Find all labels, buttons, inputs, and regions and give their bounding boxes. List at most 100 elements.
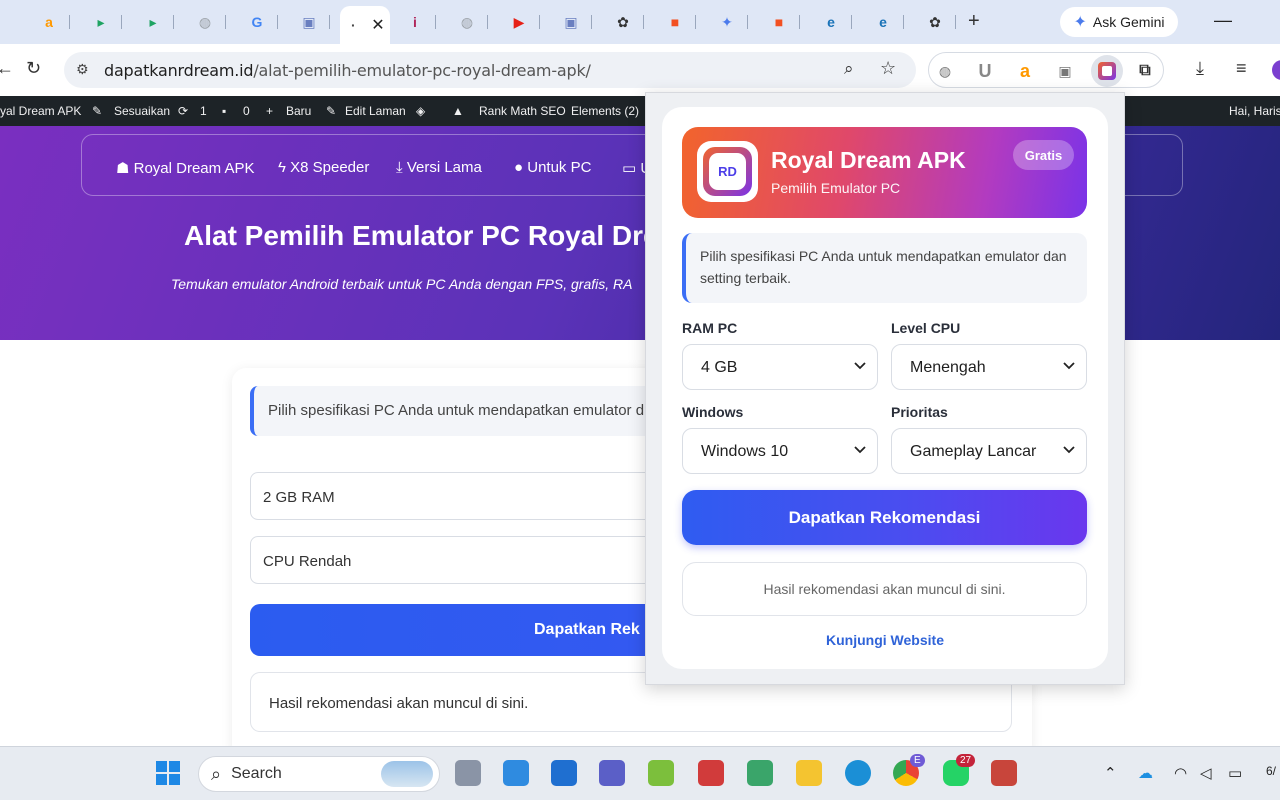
taskbar-search[interactable]: ⌕ Search <box>198 756 440 792</box>
close-icon[interactable]: ✕ <box>371 15 384 35</box>
edge-icon: e <box>827 14 835 30</box>
edge-icon[interactable] <box>845 760 871 786</box>
browser-tab[interactable]: a <box>28 8 70 36</box>
wp-comments-count[interactable]: 0 <box>243 104 250 118</box>
ask-gemini-button[interactable]: ✦ Ask Gemini <box>1060 7 1178 37</box>
rankmath-icon: ▲ <box>452 104 464 118</box>
popup-header: RD Royal Dream APK Pemilih Emulator PC G… <box>682 127 1087 218</box>
nav-untuk-pc[interactable]: ● Untuk PC <box>514 159 591 176</box>
windows-label: Windows <box>682 404 744 420</box>
amazon-extension-icon[interactable]: a <box>1015 61 1035 81</box>
royal-dream-extension-icon[interactable] <box>1091 55 1123 87</box>
browser-tab[interactable]: ▸ <box>80 8 122 36</box>
brush-icon: ✎ <box>92 104 103 118</box>
laptop-icon: ▭ <box>622 160 637 177</box>
browser-tab[interactable]: · ✕ <box>340 6 390 44</box>
wp-site-link[interactable]: yal Dream APK <box>0 104 81 118</box>
chrome-profile-badge: E <box>910 754 925 767</box>
clock[interactable]: 6/ <box>1266 764 1276 778</box>
browser-tab[interactable]: e <box>810 8 852 36</box>
store-icon[interactable] <box>503 760 529 786</box>
minimize-button[interactable]: — <box>1214 10 1232 31</box>
priority-label: Prioritas <box>891 404 948 420</box>
mail-icon[interactable] <box>551 760 577 786</box>
microsoft-icon: ■ <box>774 14 784 30</box>
ublock-extension-icon[interactable]: U <box>975 61 995 81</box>
game-icon: ▣ <box>302 14 316 30</box>
snipping-tool-icon[interactable] <box>991 760 1017 786</box>
onedrive-icon[interactable]: ☁ <box>1138 764 1153 782</box>
download-icon[interactable]: ⤓ <box>1196 58 1204 79</box>
chatgpt-icon: ✿ <box>617 14 629 30</box>
site-info-icon[interactable]: ⚙ <box>76 61 89 78</box>
browser-tab[interactable]: ✿ <box>914 8 956 36</box>
browser-tab[interactable]: ◍ <box>446 8 488 36</box>
meet-icon: ▸ <box>149 14 157 30</box>
wifi-icon[interactable]: ◠ <box>1174 764 1187 782</box>
cpu-select[interactable]: Menengah <box>891 344 1087 390</box>
browser-tab[interactable]: i <box>394 8 436 36</box>
wp-greeting[interactable]: Hai, Haris <box>1229 104 1280 118</box>
wp-new-link[interactable]: Baru <box>286 104 311 118</box>
volume-icon[interactable]: ◁ <box>1200 764 1212 782</box>
apple-icon: ● <box>514 159 524 176</box>
extensions-puzzle-icon[interactable]: ⧉ <box>1135 61 1155 81</box>
game-icon: ▣ <box>564 14 578 30</box>
ram-select[interactable]: 4 GB <box>682 344 878 390</box>
wp-customize-link[interactable]: Sesuaikan <box>114 104 170 118</box>
diamond-app-icon[interactable] <box>747 760 773 786</box>
download-icon: ⤓ <box>396 159 403 176</box>
calendar-app-icon[interactable] <box>698 760 724 786</box>
pencil-icon: ✎ <box>326 104 337 118</box>
back-arrow-icon[interactable]: ← <box>0 58 14 79</box>
browser-tab[interactable]: ■ <box>758 8 800 36</box>
nav-royal-dream[interactable]: ☗ Royal Dream APK <box>116 159 255 177</box>
bookmark-star-icon[interactable]: ☆ <box>880 58 896 79</box>
plus-icon: + <box>266 104 274 118</box>
browser-tab[interactable]: ▸ <box>132 8 174 36</box>
reading-list-icon[interactable]: ≡ <box>1236 58 1247 79</box>
tab-strip: a ▸ ▸ ◍ G ▣ · ✕ i ◍ ▶ ▣ ✿ ■ ✦ ■ e e ✿ + ✦ Ask Gemini — <box>0 0 1280 44</box>
address-bar[interactable]: ⚙ dapatkanrdream.id/alat-pemilih-emulato… <box>64 52 916 88</box>
url-text[interactable]: dapatkanrdream.id/alat-pemilih-emulator-… <box>104 61 591 80</box>
profile-avatar[interactable] <box>1272 60 1280 80</box>
wp-edit-link[interactable]: Edit Laman <box>345 104 406 118</box>
browser-tab[interactable]: e <box>862 8 904 36</box>
priority-select[interactable]: Gameplay Lancar <box>891 428 1087 474</box>
nav-versi-lama[interactable]: ⤓ Versi Lama <box>396 159 482 176</box>
windows-start-icon[interactable] <box>155 760 181 786</box>
windows-select[interactable]: Windows 10 <box>682 428 878 474</box>
youtube-icon: ▶ <box>513 14 525 30</box>
app-icon[interactable] <box>648 760 674 786</box>
browser-tab[interactable]: ▣ <box>288 8 330 36</box>
battery-icon[interactable]: ▭ <box>1228 764 1242 782</box>
camera-extension-icon[interactable]: ▣ <box>1055 61 1075 81</box>
reload-icon[interactable]: ↻ <box>26 58 41 79</box>
nav-x8-speeder[interactable]: ϟ X8 Speeder <box>278 159 369 176</box>
browser-tab[interactable]: G <box>236 8 278 36</box>
popup-title: Royal Dream APK <box>771 147 966 173</box>
task-view-icon[interactable] <box>455 760 481 786</box>
browser-tab[interactable]: ■ <box>654 8 696 36</box>
browser-tab[interactable]: ✿ <box>602 8 644 36</box>
translate-extension-icon[interactable]: ◍ <box>935 61 955 81</box>
wp-elements-link[interactable]: Elements (2) <box>571 104 639 118</box>
search-highlight-image <box>381 761 433 787</box>
microsoft-icon: ■ <box>670 14 680 30</box>
new-tab-button[interactable]: + <box>968 10 980 33</box>
file-explorer-icon[interactable] <box>796 760 822 786</box>
diamond-icon[interactable]: ◈ <box>416 104 425 118</box>
page-icon: · <box>350 17 356 33</box>
wp-updates-count[interactable]: 1 <box>200 104 207 118</box>
browser-tab[interactable]: ▶ <box>498 8 540 36</box>
chevron-up-icon[interactable]: ⌃ <box>1104 764 1117 782</box>
visit-website-link[interactable]: Kunjungi Website <box>662 632 1108 648</box>
browser-tab[interactable]: ▣ <box>550 8 592 36</box>
wp-rankmath-link[interactable]: Rank Math SEO <box>479 104 566 118</box>
zoom-icon[interactable]: ⌕ <box>844 59 854 79</box>
teams-icon[interactable] <box>599 760 625 786</box>
popup-subtitle: Pemilih Emulator PC <box>771 180 901 196</box>
browser-tab[interactable]: ◍ <box>184 8 226 36</box>
get-recommendation-button[interactable]: Dapatkan Rekomendasi <box>682 490 1087 545</box>
browser-tab[interactable]: ✦ <box>706 8 748 36</box>
